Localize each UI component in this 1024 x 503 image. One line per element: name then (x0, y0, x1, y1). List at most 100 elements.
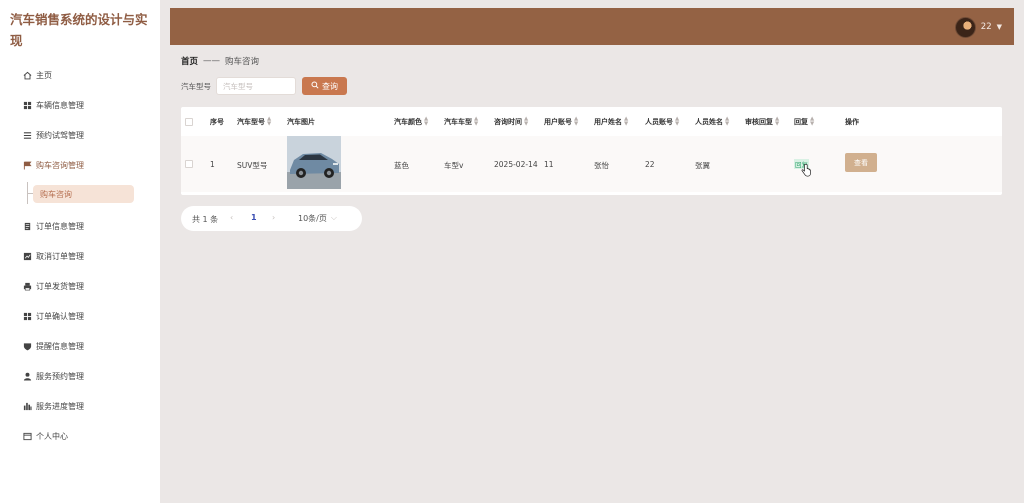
search-input[interactable] (216, 77, 296, 95)
car-image[interactable] (287, 136, 341, 189)
submenu-item-purchase-consult[interactable]: 购车咨询 (33, 185, 134, 203)
sidebar-item-label: 订单信息管理 (36, 221, 84, 231)
search-button-label: 查询 (322, 81, 338, 91)
sidebar-item-service-progress[interactable]: 服务进度管理 (22, 397, 84, 415)
flag-icon (22, 160, 32, 170)
sidebar-item-service-booking[interactable]: 服务预约管理 (22, 367, 84, 385)
column-header-action: 操作 (845, 118, 859, 126)
column-header-user-account[interactable]: 用户账号 ▲ ▼ (544, 116, 578, 127)
row-checkbox[interactable] (185, 160, 193, 168)
page-size-value: 10条/页 (298, 214, 327, 223)
sidebar-item-personal-center[interactable]: 个人中心 (22, 427, 68, 445)
chart-icon (22, 251, 32, 261)
sidebar-item-vehicle-info[interactable]: 车辆信息管理 (22, 96, 84, 114)
grid-icon (22, 311, 32, 321)
sidebar-item-home[interactable]: 主页 (22, 66, 52, 84)
column-header-reply[interactable]: 回复 ▲ ▼ (794, 116, 814, 127)
breadcrumb-separator: —— (203, 56, 221, 66)
sidebar-item-label: 服务进度管理 (36, 401, 84, 411)
cell-car-color: 蓝色 (394, 161, 409, 170)
sidebar: 汽车销售系统的设计与实现 主页 车辆信息管理 预约试驾管理 购车咨询管理 订单信… (0, 0, 160, 503)
grid-icon (22, 100, 32, 110)
cell-car-model: SUV型号 (237, 161, 268, 170)
column-header-car-color[interactable]: 汽车颜色 ▲ ▼ (394, 116, 428, 127)
table-row[interactable]: 1 SUV型号 蓝色 车型v 2025-02-14 11 张怡 22 张翼 回复 (181, 136, 1002, 192)
sort-icon[interactable]: ▲ ▼ (810, 116, 814, 127)
sort-icon[interactable]: ▲ ▼ (775, 116, 779, 127)
cell-staff-name: 张翼 (695, 161, 710, 170)
search-label: 汽车型号 (181, 82, 211, 91)
user-menu[interactable]: 22 ▼ (954, 16, 1002, 38)
sort-icon[interactable]: ▲ ▼ (574, 116, 578, 127)
hand-cursor-icon (801, 164, 811, 177)
sort-icon[interactable]: ▲ ▼ (474, 116, 478, 127)
column-header-car-image: 汽车图片 (287, 118, 315, 126)
chevron-down-icon: ⌵ (330, 213, 337, 222)
select-all-checkbox[interactable] (185, 118, 193, 126)
search-icon (311, 81, 319, 91)
cell-staff-account: 22 (645, 160, 655, 169)
view-button[interactable]: 查看 (845, 153, 877, 172)
sidebar-item-label: 订单发货管理 (36, 281, 84, 291)
table-header: 序号 汽车型号 ▲ ▼ 汽车图片 汽车颜色 ▲ ▼ 汽车车型 ▲ ▼ 咨询时间 ▲ ▼ 用户账号… (181, 107, 1002, 135)
sidebar-item-label: 车辆信息管理 (36, 100, 84, 110)
list-icon (22, 130, 32, 140)
sidebar-item-cancel-order[interactable]: 取消订单管理 (22, 247, 84, 265)
pagination-prev-button[interactable]: ‹ (230, 213, 233, 222)
username: 22 (980, 22, 992, 32)
search-button[interactable]: 查询 (302, 77, 347, 95)
sidebar-item-label: 订单确认管理 (36, 311, 84, 321)
home-icon (22, 70, 32, 80)
sidebar-item-order-shipping[interactable]: 订单发货管理 (22, 277, 84, 295)
data-table: 序号 汽车型号 ▲ ▼ 汽车图片 汽车颜色 ▲ ▼ 汽车车型 ▲ ▼ 咨询时间 ▲ ▼ 用户账号… (181, 107, 1002, 195)
sidebar-item-order-confirm[interactable]: 订单确认管理 (22, 307, 84, 325)
printer-icon (22, 281, 32, 291)
breadcrumb: 首页 —— 购车咨询 (181, 55, 259, 67)
sidebar-item-label: 主页 (36, 70, 52, 80)
app-root: 汽车销售系统的设计与实现 主页 车辆信息管理 预约试驾管理 购车咨询管理 订单信… (0, 0, 1024, 503)
app-title: 汽车销售系统的设计与实现 (10, 12, 148, 48)
sort-icon[interactable]: ▲ ▼ (624, 116, 628, 127)
sort-icon[interactable]: ▲ ▼ (675, 116, 679, 127)
cell-index: 1 (210, 160, 215, 169)
sort-icon[interactable]: ▲ ▼ (424, 116, 428, 127)
column-header-staff-account[interactable]: 人员账号 ▲ ▼ (645, 116, 679, 127)
column-header-staff-name[interactable]: 人员姓名 ▲ ▼ (695, 116, 729, 127)
sidebar-item-label: 服务预约管理 (36, 371, 84, 381)
cell-user-name: 张怡 (594, 161, 609, 170)
pagination-next-button[interactable]: › (272, 213, 275, 222)
sort-icon[interactable]: ▲ ▼ (725, 116, 729, 127)
avatar (954, 16, 976, 38)
window-icon (22, 431, 32, 441)
column-header-review-reply[interactable]: 审核回复 ▲ ▼ (745, 116, 779, 127)
cell-car-type: 车型v (444, 161, 464, 170)
sidebar-item-label: 提醒信息管理 (36, 341, 84, 351)
column-header-consult-time[interactable]: 咨询时间 ▲ ▼ (494, 116, 528, 127)
page-size-select[interactable]: 10条/页 ⌵ (298, 213, 337, 224)
shield-icon (22, 341, 32, 351)
cell-consult-time: 2025-02-14 (494, 160, 538, 169)
sidebar-item-label: 购车咨询管理 (36, 160, 84, 170)
sidebar-item-test-drive[interactable]: 预约试驾管理 (22, 126, 84, 144)
pagination: 共 1 条 ‹ 1 › 10条/页 ⌵ (181, 206, 362, 231)
user-icon (22, 371, 32, 381)
sidebar-item-purchase-consult[interactable]: 购车咨询管理 (22, 156, 84, 174)
breadcrumb-home[interactable]: 首页 (181, 55, 198, 67)
sidebar-item-label: 取消订单管理 (36, 251, 84, 261)
sidebar-item-label: 预约试驾管理 (36, 130, 84, 140)
document-icon (22, 221, 32, 231)
sidebar-item-reminders[interactable]: 提醒信息管理 (22, 337, 84, 355)
column-header-car-type[interactable]: 汽车车型 ▲ ▼ (444, 116, 478, 127)
sort-icon[interactable]: ▲ ▼ (524, 116, 528, 127)
cell-user-account: 11 (544, 160, 554, 169)
column-header-car-model[interactable]: 汽车型号 ▲ ▼ (237, 116, 271, 127)
breadcrumb-current: 购车咨询 (225, 57, 260, 67)
column-header-index: 序号 (210, 118, 224, 126)
pagination-page-1[interactable]: 1 (251, 213, 257, 222)
sidebar-item-label: 个人中心 (36, 431, 68, 441)
column-header-user-name[interactable]: 用户姓名 ▲ ▼ (594, 116, 628, 127)
sort-icon[interactable]: ▲ ▼ (267, 116, 271, 127)
top-header: 22 ▼ (170, 8, 1014, 45)
bar-chart-icon (22, 401, 32, 411)
sidebar-item-order-info[interactable]: 订单信息管理 (22, 217, 84, 235)
